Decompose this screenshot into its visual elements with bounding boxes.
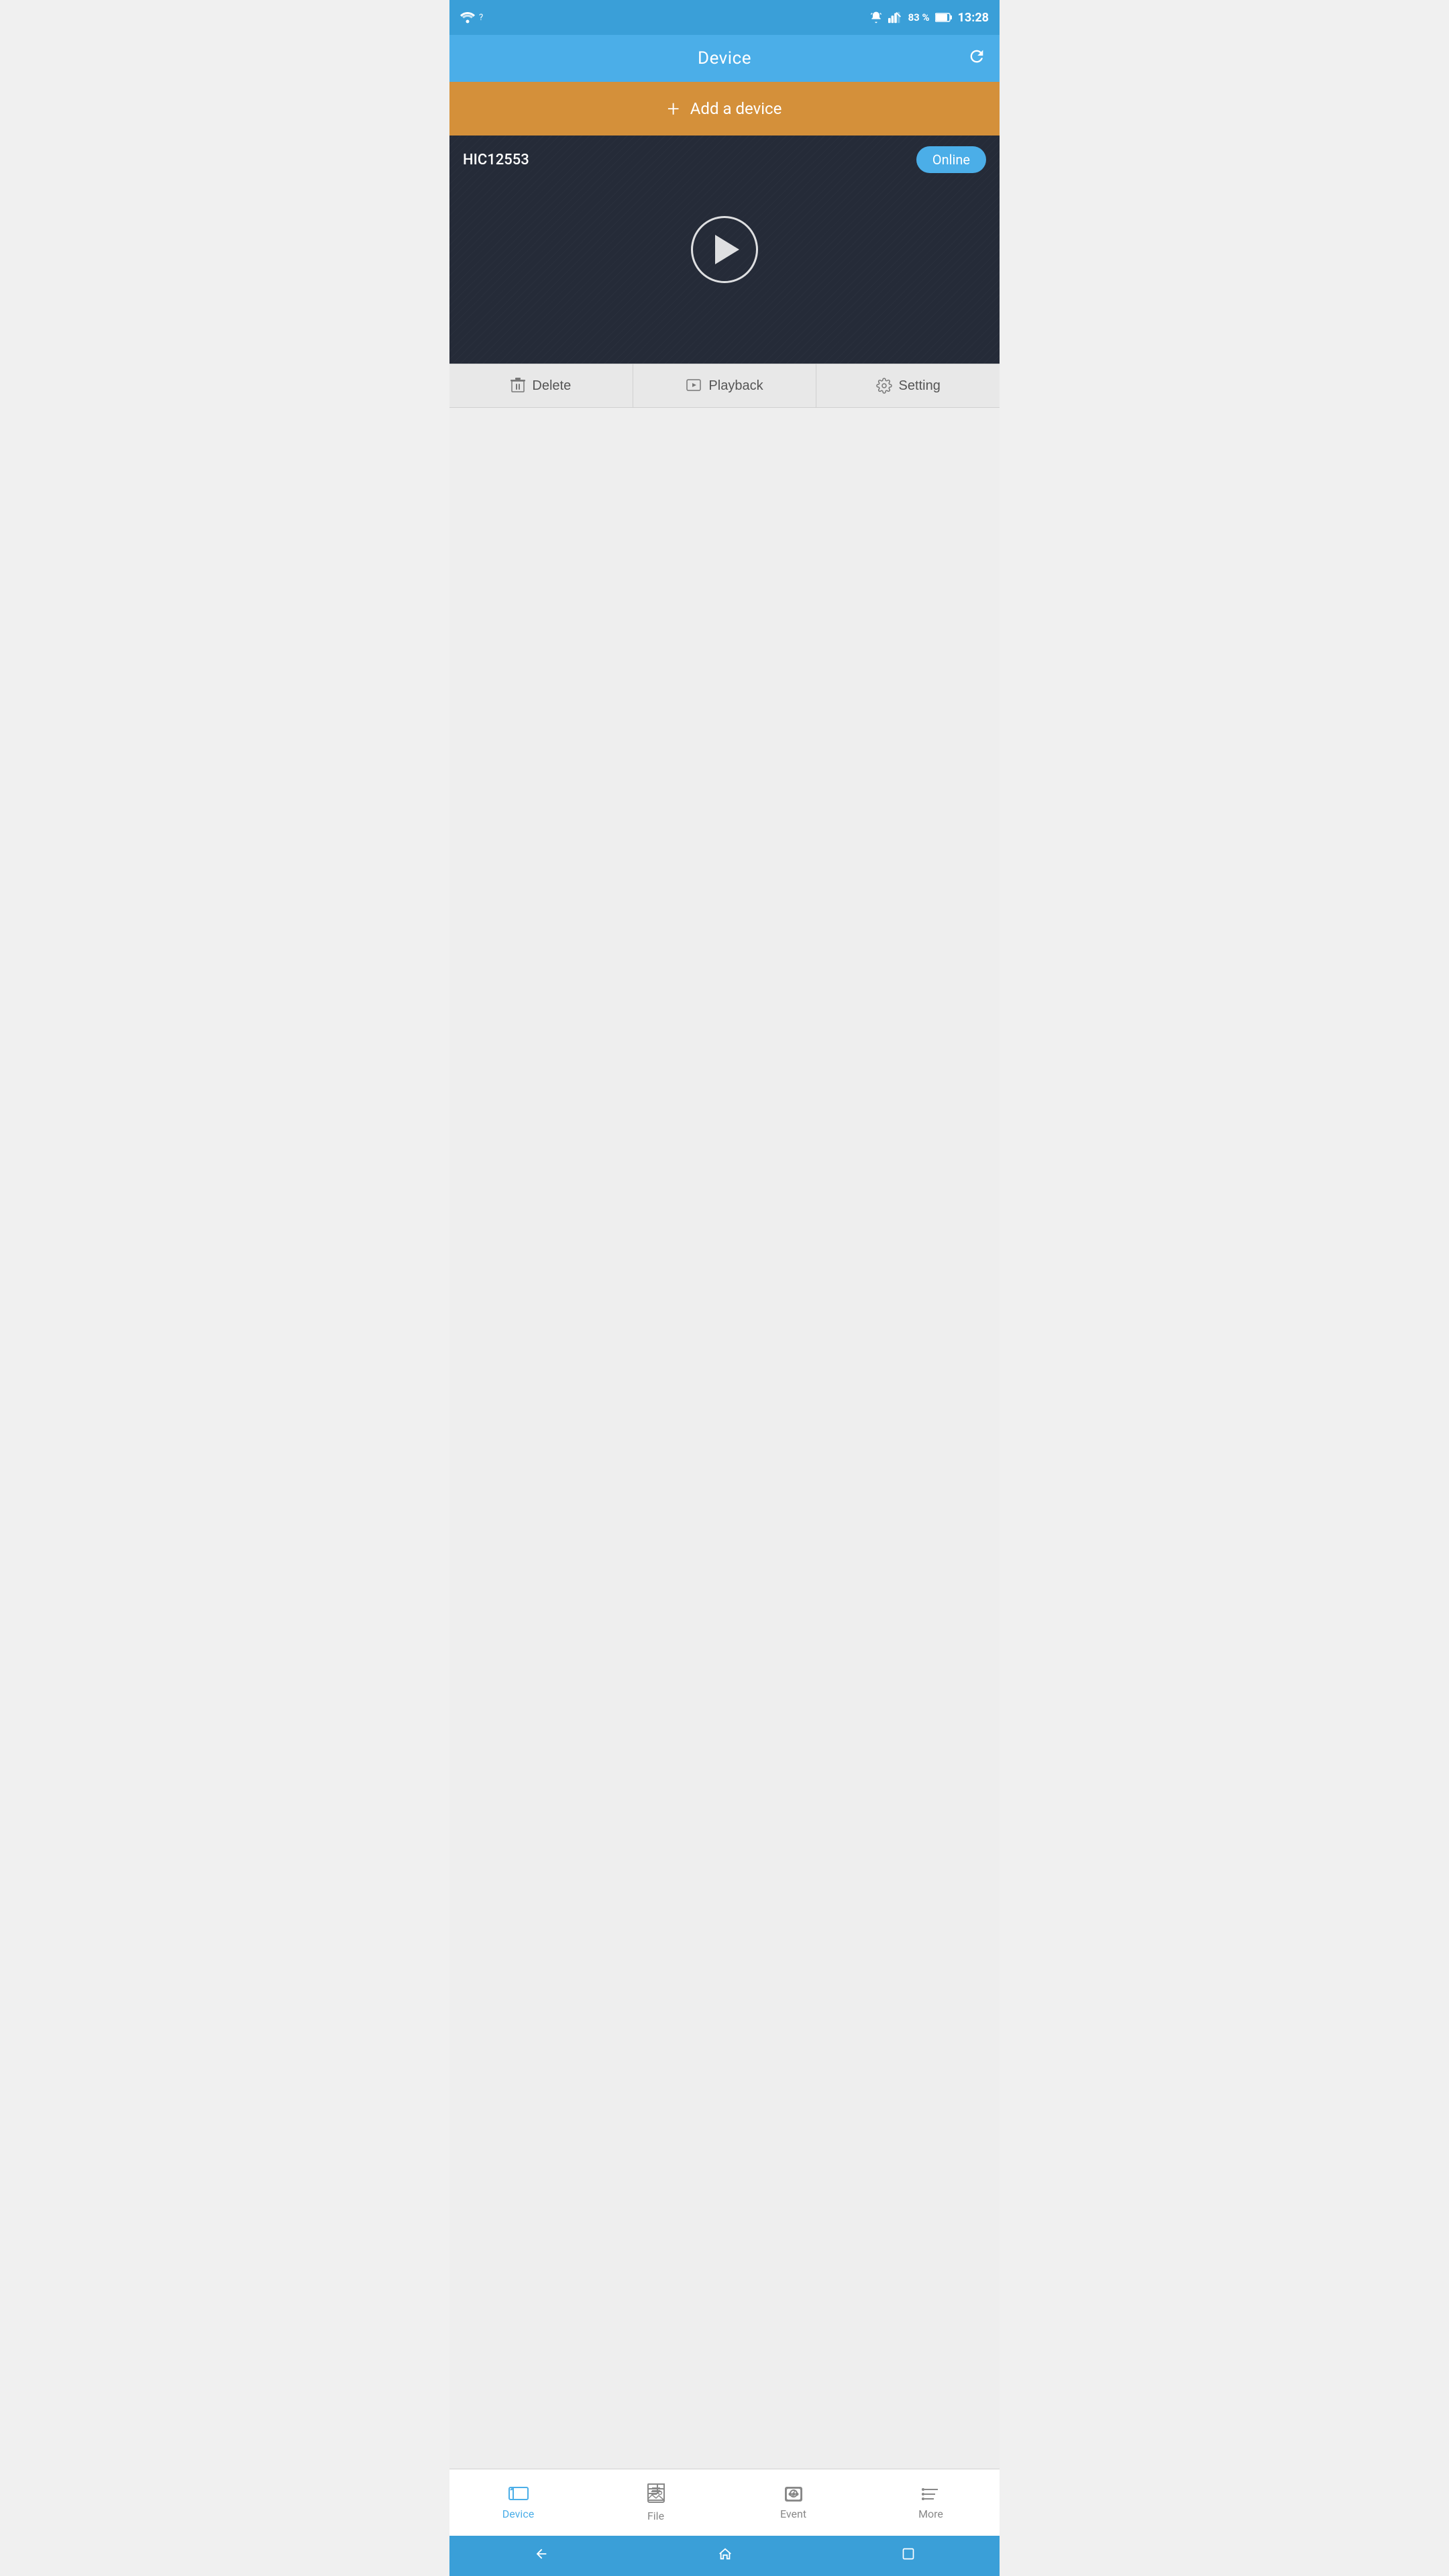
setting-icon bbox=[876, 378, 892, 394]
status-right: 83 % 13:28 bbox=[869, 11, 989, 25]
delete-icon bbox=[511, 378, 525, 394]
signal-icon bbox=[888, 11, 903, 23]
device-nav-icon bbox=[508, 2485, 529, 2504]
wifi-question: ? bbox=[479, 13, 483, 23]
setting-label: Setting bbox=[899, 378, 941, 394]
refresh-icon bbox=[967, 47, 986, 66]
time-display: 13:28 bbox=[958, 11, 989, 25]
nav-item-more[interactable]: More bbox=[862, 2469, 1000, 2536]
recents-icon bbox=[902, 2547, 915, 2561]
nav-label-event: Event bbox=[780, 2508, 806, 2520]
app-header: Device bbox=[449, 35, 1000, 82]
play-button[interactable] bbox=[691, 216, 758, 283]
nav-label-more: More bbox=[918, 2508, 943, 2520]
device-card: HIC12553 Online bbox=[449, 136, 1000, 364]
setting-button[interactable]: Setting bbox=[816, 364, 1000, 407]
add-device-label: Add a device bbox=[690, 99, 782, 118]
add-plus-icon: + bbox=[667, 98, 680, 119]
playback-button[interactable]: Playback bbox=[633, 364, 817, 407]
playback-icon bbox=[686, 378, 702, 394]
status-bar: ? 83 % 13:2 bbox=[449, 0, 1000, 35]
home-button[interactable] bbox=[704, 2540, 746, 2572]
nav-label-file: File bbox=[647, 2510, 664, 2522]
add-device-banner[interactable]: + Add a device bbox=[449, 82, 1000, 136]
delete-label: Delete bbox=[532, 378, 571, 394]
play-triangle-icon bbox=[715, 235, 739, 264]
nav-item-device[interactable]: Device bbox=[449, 2469, 587, 2536]
system-nav-bar bbox=[449, 2536, 1000, 2576]
playback-label: Playback bbox=[708, 378, 763, 394]
alarm-icon bbox=[869, 11, 883, 24]
content-area bbox=[449, 408, 1000, 2469]
file-nav-icon-alt bbox=[645, 2487, 667, 2506]
nav-item-file[interactable]: File bbox=[587, 2469, 724, 2536]
bottom-nav: Device File bbox=[449, 2469, 1000, 2536]
home-icon bbox=[718, 2546, 733, 2561]
battery-icon bbox=[935, 12, 953, 23]
nav-label-device: Device bbox=[502, 2508, 534, 2520]
action-bar: Delete Playback Setting bbox=[449, 364, 1000, 408]
back-button[interactable] bbox=[521, 2540, 562, 2572]
recents-button[interactable] bbox=[888, 2540, 928, 2571]
device-card-header: HIC12553 Online bbox=[449, 136, 1000, 184]
battery-percent: 83 % bbox=[908, 11, 930, 23]
header-title: Device bbox=[698, 48, 751, 68]
status-left: ? bbox=[460, 11, 483, 23]
event-nav-icon bbox=[783, 2485, 804, 2504]
delete-button[interactable]: Delete bbox=[449, 364, 633, 407]
device-name: HIC12553 bbox=[463, 152, 529, 168]
more-nav-icon bbox=[920, 2485, 942, 2504]
refresh-button[interactable] bbox=[967, 47, 986, 70]
phone-container: ? 83 % 13:2 bbox=[449, 0, 1000, 2576]
nav-item-event[interactable]: Event bbox=[724, 2469, 862, 2536]
wifi-icon bbox=[460, 11, 475, 23]
online-badge: Online bbox=[916, 146, 986, 173]
back-icon bbox=[534, 2546, 549, 2561]
